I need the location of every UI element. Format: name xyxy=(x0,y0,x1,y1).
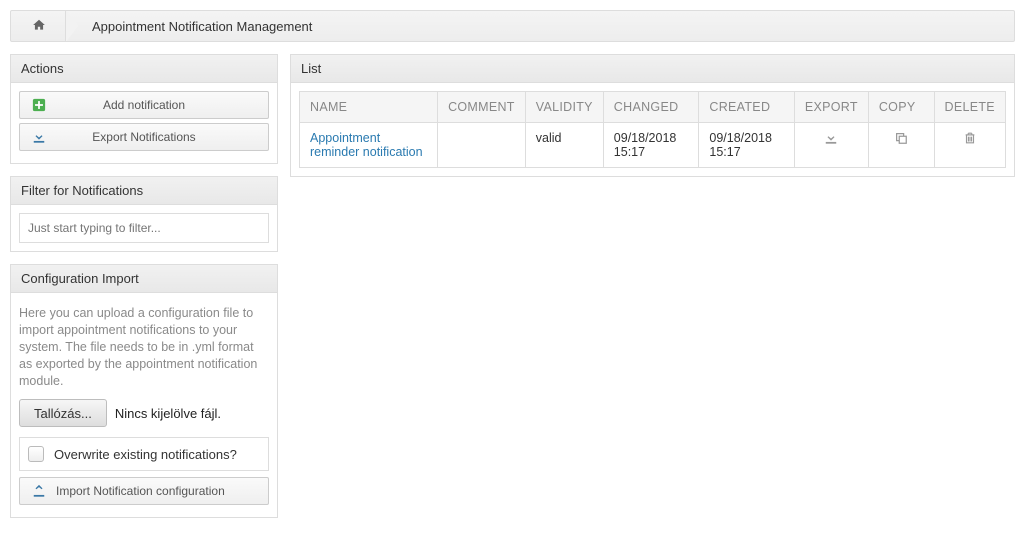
filter-input[interactable] xyxy=(19,213,269,243)
config-import-description: Here you can upload a configuration file… xyxy=(19,305,269,389)
row-created: 09/18/2018 15:17 xyxy=(699,123,795,168)
plus-icon xyxy=(30,98,48,112)
browse-button[interactable]: Tallózás... xyxy=(19,399,107,427)
notification-table: NAME COMMENT VALIDITY CHANGED CREATED EX… xyxy=(299,91,1006,168)
overwrite-checkbox[interactable] xyxy=(28,446,44,462)
row-name-link[interactable]: Appointment reminder notification xyxy=(310,131,423,159)
col-delete[interactable]: DELETE xyxy=(934,92,1005,123)
file-status: Nincs kijelölve fájl. xyxy=(115,406,221,421)
add-notification-label: Add notification xyxy=(48,98,258,112)
page-title: Appointment Notification Management xyxy=(78,19,312,34)
col-validity[interactable]: VALIDITY xyxy=(525,92,603,123)
row-validity: valid xyxy=(525,123,603,168)
copy-icon[interactable] xyxy=(894,131,908,145)
table-row: Appointment reminder notification valid … xyxy=(300,123,1006,168)
col-export[interactable]: EXPORT xyxy=(794,92,868,123)
config-import-header: Configuration Import xyxy=(11,265,277,293)
list-panel: List NAME COMMENT VALIDITY CHANGED CREAT… xyxy=(290,54,1015,177)
col-copy[interactable]: COPY xyxy=(868,92,934,123)
upload-icon xyxy=(30,484,48,498)
home-icon xyxy=(32,18,46,35)
overwrite-row[interactable]: Overwrite existing notifications? xyxy=(19,437,269,471)
overwrite-label: Overwrite existing notifications? xyxy=(54,447,237,462)
list-header: List xyxy=(291,55,1014,83)
filter-panel: Filter for Notifications xyxy=(10,176,278,252)
import-config-label: Import Notification configuration xyxy=(48,484,258,498)
col-comment[interactable]: COMMENT xyxy=(438,92,526,123)
import-config-button[interactable]: Import Notification configuration xyxy=(19,477,269,505)
breadcrumb: Appointment Notification Management xyxy=(10,10,1015,42)
export-notifications-button[interactable]: Export Notifications xyxy=(19,123,269,151)
col-name[interactable]: NAME xyxy=(300,92,438,123)
col-created[interactable]: CREATED xyxy=(699,92,795,123)
export-icon[interactable] xyxy=(824,131,838,145)
delete-icon[interactable] xyxy=(963,131,977,145)
breadcrumb-home[interactable] xyxy=(11,11,66,41)
actions-panel: Actions Add notification Export Notifica… xyxy=(10,54,278,164)
row-comment xyxy=(438,123,526,168)
table-header-row: NAME COMMENT VALIDITY CHANGED CREATED EX… xyxy=(300,92,1006,123)
download-icon xyxy=(30,130,48,144)
filter-header: Filter for Notifications xyxy=(11,177,277,205)
config-import-panel: Configuration Import Here you can upload… xyxy=(10,264,278,518)
export-notifications-label: Export Notifications xyxy=(48,130,258,144)
actions-header: Actions xyxy=(11,55,277,83)
col-changed[interactable]: CHANGED xyxy=(603,92,699,123)
row-changed: 09/18/2018 15:17 xyxy=(603,123,699,168)
add-notification-button[interactable]: Add notification xyxy=(19,91,269,119)
